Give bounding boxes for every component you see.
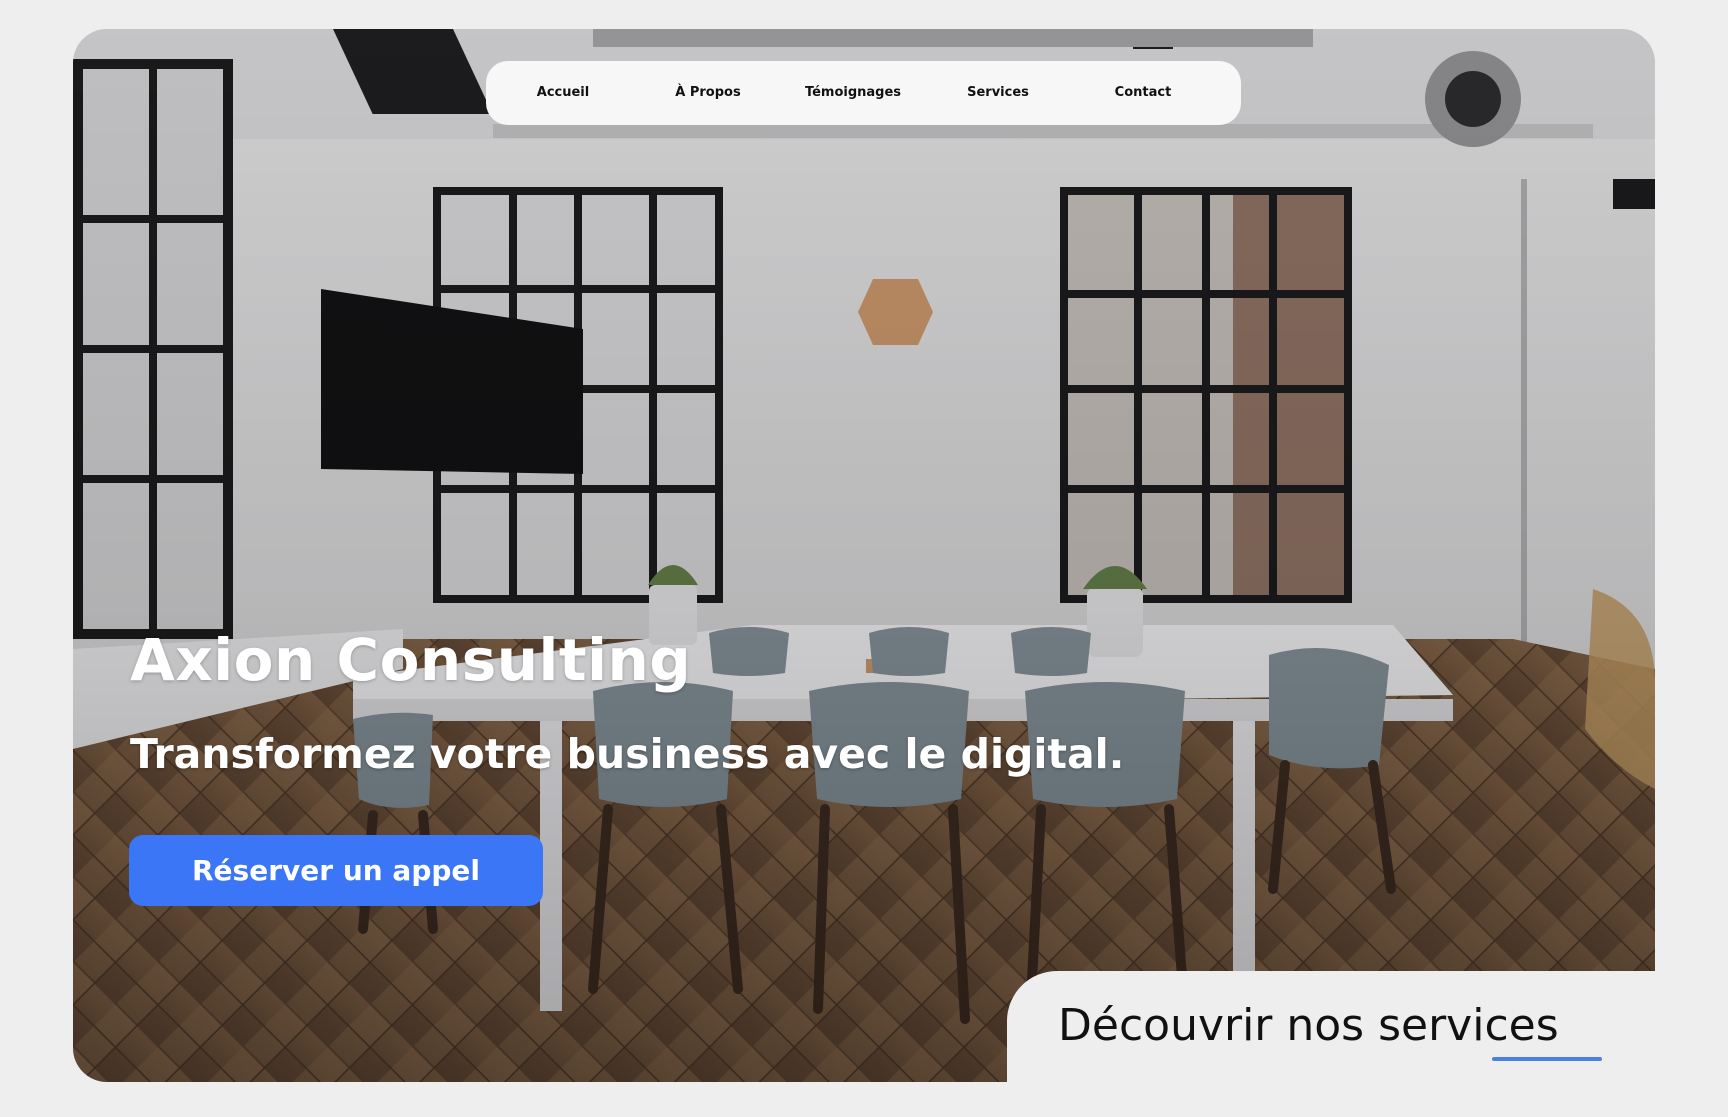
nav-item-temoignages[interactable]: Témoignages <box>805 61 901 125</box>
hero-subtitle: Transformez votre business avec le digit… <box>130 730 1125 779</box>
nav-item-services[interactable]: Services <box>967 61 1029 125</box>
nav-item-a-propos[interactable]: À Propos <box>675 61 740 125</box>
hero-section <box>73 29 1655 1082</box>
hero-title: Axion Consulting <box>130 625 692 694</box>
nav-item-contact[interactable]: Contact <box>1115 61 1172 125</box>
book-call-button[interactable]: Réserver un appel <box>129 835 543 906</box>
discover-underline <box>1492 1057 1602 1061</box>
discover-services-link[interactable]: Découvrir nos services <box>1058 1004 1559 1048</box>
nav-item-accueil[interactable]: Accueil <box>537 61 589 125</box>
office-meeting-room-image <box>73 29 1655 1082</box>
main-navigation: Accueil À Propos Témoignages Services Co… <box>486 61 1241 125</box>
